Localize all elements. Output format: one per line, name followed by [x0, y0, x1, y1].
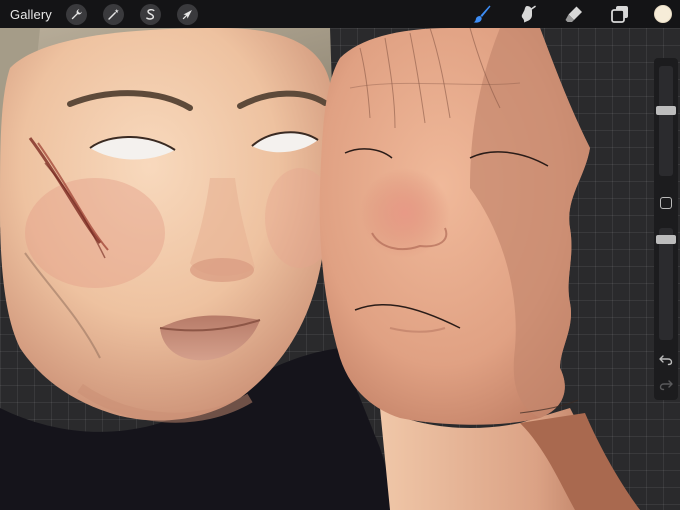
actions-button[interactable] — [65, 3, 87, 25]
arrow-cursor-icon — [182, 9, 192, 19]
modify-button[interactable] — [660, 197, 672, 209]
brush-icon — [473, 5, 491, 23]
undo-button[interactable] — [658, 353, 674, 367]
opacity-slider[interactable] — [659, 228, 673, 340]
drawing-canvas[interactable] — [0, 28, 680, 510]
layers-icon — [611, 6, 628, 23]
selection-s-icon — [146, 8, 155, 20]
color-picker-swatch[interactable] — [654, 5, 672, 23]
artwork-painting — [0, 28, 640, 510]
eraser-tool-button[interactable] — [562, 2, 586, 26]
undo-icon — [659, 355, 673, 366]
opacity-handle[interactable] — [656, 234, 676, 244]
top-toolbar: Gallery — [0, 0, 680, 28]
wrench-icon — [71, 8, 82, 19]
eraser-icon — [565, 6, 582, 22]
smudge-tool-button[interactable] — [516, 2, 540, 26]
transform-button[interactable] — [176, 3, 198, 25]
brush-tool-button[interactable] — [470, 2, 494, 26]
brush-size-handle[interactable] — [656, 106, 676, 116]
magic-wand-icon — [108, 8, 119, 20]
redo-icon — [659, 380, 673, 391]
layers-button[interactable] — [608, 2, 632, 26]
brush-size-slider[interactable] — [659, 66, 673, 176]
selection-button[interactable] — [139, 3, 161, 25]
redo-button[interactable] — [658, 378, 674, 392]
sidebar — [654, 58, 678, 400]
adjustments-button[interactable] — [102, 3, 124, 25]
smudge-icon — [521, 5, 536, 23]
gallery-button[interactable]: Gallery — [10, 7, 52, 22]
